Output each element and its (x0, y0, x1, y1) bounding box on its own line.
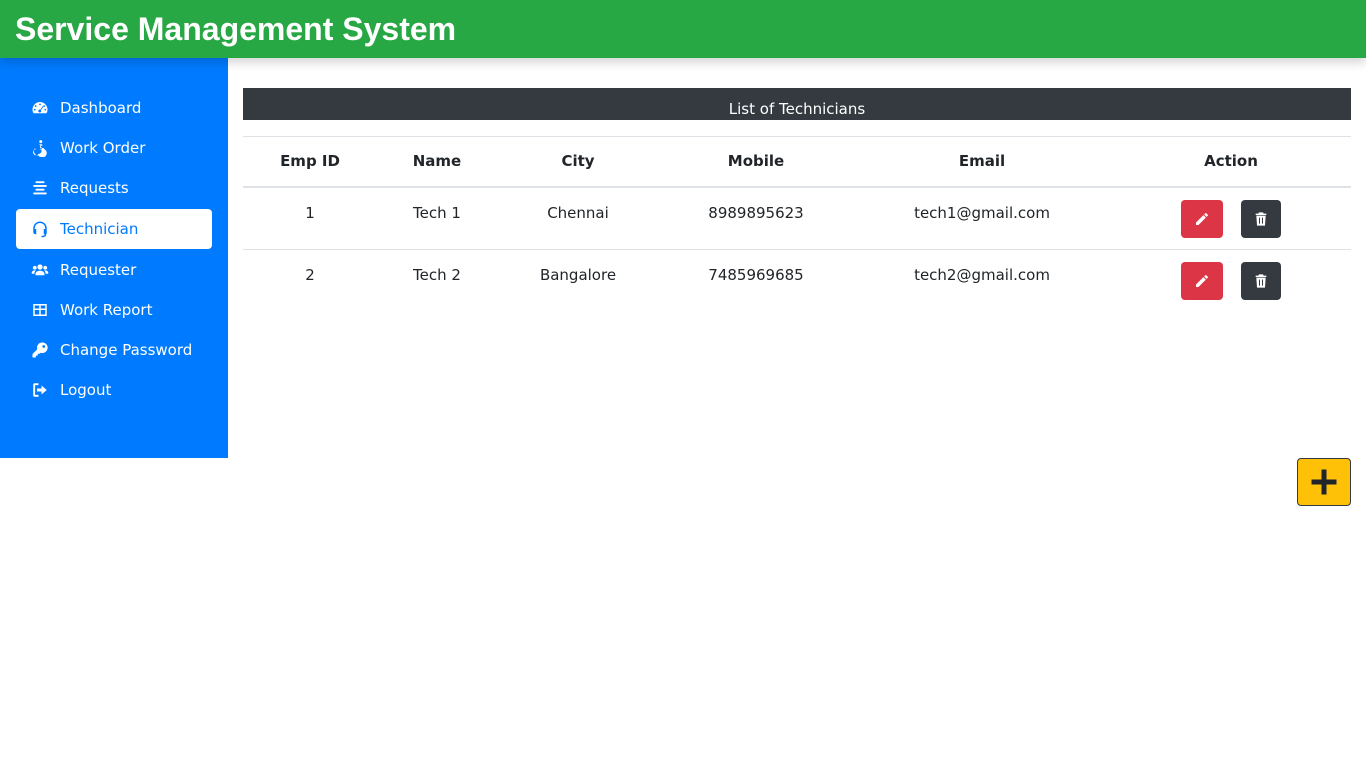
pencil-icon (1195, 275, 1208, 287)
sidebar-item-label: Logout (60, 381, 112, 399)
technicians-table: Emp ID Name City Mobile Email Action 1 T… (243, 136, 1351, 313)
accessible-icon (30, 138, 50, 158)
sidebar: Dashboard Work Order Requests Technician… (0, 58, 228, 458)
sidebar-item-label: Change Password (60, 341, 193, 359)
column-header-mobile: Mobile (659, 136, 853, 188)
column-header-email: Email (853, 136, 1111, 188)
sidebar-item-change-password[interactable]: Change Password (16, 330, 212, 370)
table-row: 2 Tech 2 Bangalore 7485969685 tech2@gmai… (243, 250, 1351, 313)
action-cell (1111, 250, 1351, 313)
column-header-emp-id: Emp ID (243, 136, 377, 188)
add-technician-button[interactable] (1297, 458, 1351, 506)
sidebar-item-label: Technician (60, 220, 139, 238)
trash-icon (1256, 211, 1267, 226)
sidebar-item-requester[interactable]: Requester (16, 250, 212, 290)
table-row: 1 Tech 1 Chennai 8989895623 tech1@gmail.… (243, 186, 1351, 250)
headset-icon (30, 219, 50, 239)
city-cell: Bangalore (539, 266, 617, 284)
sidebar-item-work-report[interactable]: Work Report (16, 290, 212, 330)
emp-id-cell: 1 (243, 186, 377, 250)
sidebar-item-dashboard[interactable]: Dashboard (16, 88, 212, 128)
column-header-city: City (497, 136, 659, 188)
tachometer-icon (30, 98, 50, 118)
column-header-name: Name (377, 136, 497, 188)
table-icon (30, 300, 50, 320)
users-icon (30, 260, 50, 280)
app-title: Service Management System (15, 11, 457, 47)
sidebar-item-technician[interactable]: Technician (16, 209, 212, 249)
action-cell (1111, 186, 1351, 250)
sidebar-item-logout[interactable]: Logout (16, 370, 212, 410)
table-caption: List of Technicians (243, 88, 1351, 120)
edit-button[interactable] (1180, 199, 1223, 238)
key-icon (30, 340, 50, 360)
sidebar-item-label: Requester (60, 261, 137, 279)
sidebar-item-requests[interactable]: Requests (16, 168, 212, 208)
sidebar-item-work-order[interactable]: Work Order (16, 128, 212, 168)
align-center-icon (30, 178, 50, 198)
delete-button[interactable] (1241, 262, 1282, 300)
main-content: List of Technicians Emp ID Name City Mob… (243, 88, 1351, 313)
city-cell: Chennai (497, 186, 659, 250)
email-cell: tech2@gmail.com (914, 266, 1050, 284)
emp-id-cell: 2 (305, 266, 315, 284)
email-cell: tech1@gmail.com (853, 186, 1111, 250)
sidebar-item-label: Work Report (60, 301, 153, 319)
mobile-cell: 8989895623 (659, 186, 853, 250)
sidebar-nav: Dashboard Work Order Requests Technician… (16, 88, 212, 410)
name-cell: Tech 2 (413, 266, 461, 284)
sidebar-item-label: Dashboard (60, 99, 142, 117)
name-cell: Tech 1 (377, 186, 497, 250)
top-header: Service Management System (0, 0, 1366, 58)
pencil-icon (1195, 212, 1208, 225)
mobile-cell: 7485969685 (708, 266, 804, 284)
column-header-action: Action (1111, 136, 1351, 188)
edit-button[interactable] (1180, 262, 1223, 300)
sidebar-item-label: Requests (60, 179, 129, 197)
sign-out-icon (30, 380, 50, 400)
table-header-row: Emp ID Name City Mobile Email Action (243, 136, 1351, 188)
sidebar-item-label: Work Order (60, 139, 146, 157)
delete-button[interactable] (1241, 199, 1282, 238)
plus-icon (1311, 469, 1337, 495)
trash-icon (1256, 274, 1267, 288)
